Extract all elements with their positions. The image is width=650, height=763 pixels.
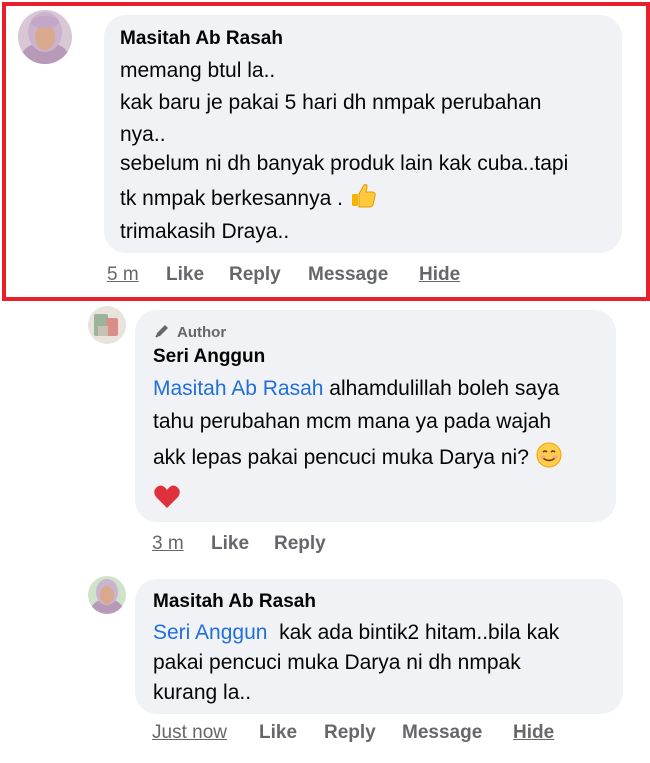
profile-photo-icon [18, 10, 72, 64]
comment-text-segment: tk nmpak berkesannya . [120, 187, 343, 210]
like-button[interactable]: Like [259, 722, 297, 744]
comment-text-line: akk lepas pakai pencuci muka Darya ni? [153, 442, 563, 470]
comment-bubble [104, 15, 622, 253]
commenter-name[interactable]: Masitah Ab Rasah [120, 28, 283, 50]
timestamp-link[interactable]: 5 m [107, 264, 139, 286]
comment-actions: Just now Like Reply Message Hide [152, 722, 572, 746]
mention-link[interactable]: Masitah Ab Rasah [153, 377, 323, 400]
comment-actions: 3 m Like Reply [152, 533, 402, 557]
reply-button[interactable]: Reply [229, 264, 281, 286]
avatar[interactable] [88, 306, 126, 344]
reply-button[interactable]: Reply [274, 533, 326, 555]
message-button[interactable]: Message [402, 722, 482, 744]
pencil-icon [155, 325, 168, 338]
reply-button[interactable]: Reply [324, 722, 376, 744]
author-label: Author [177, 324, 227, 341]
avatar[interactable] [18, 10, 72, 64]
comment-actions: 5 m Like Reply Message Hide [107, 264, 507, 288]
hide-button[interactable]: Hide [513, 722, 554, 744]
comment-text-line: memang btul la.. [120, 59, 276, 82]
comment-text-line: trimakasih Draya.. [120, 220, 290, 243]
hide-button[interactable]: Hide [419, 264, 460, 286]
heart-line [153, 484, 181, 515]
comment-text-line: pakai pencuci muka Darya ni dh nmpak [153, 651, 521, 674]
timestamp-link[interactable]: Just now [152, 722, 227, 744]
comment-text-segment: kak ada bintik2 hitam..bila kak [267, 621, 560, 644]
comment-text-line: tahu perubahan mcm mana ya pada wajah [153, 410, 552, 433]
smiling-face-icon [536, 442, 562, 468]
like-button[interactable]: Like [166, 264, 204, 286]
red-heart-icon [154, 485, 180, 508]
comment-text-line: tk nmpak berkesannya . [120, 184, 377, 211]
comment-text-line: Seri Anggun kak ada bintik2 hitam..bila … [153, 621, 559, 645]
avatar[interactable] [88, 576, 126, 614]
like-button[interactable]: Like [211, 533, 249, 555]
comment-text-segment: akk lepas pakai pencuci muka Darya ni? [153, 446, 535, 469]
author-badge: Author [153, 322, 226, 341]
comment-text-line: nya.. [120, 123, 166, 146]
comment-text-line: kak baru je pakai 5 hari dh nmpak peruba… [120, 91, 542, 114]
timestamp-link[interactable]: 3 m [152, 533, 184, 555]
thumbs-up-icon [351, 184, 376, 208]
comment-text-line: sebelum ni dh banyak produk lain kak cub… [120, 152, 569, 175]
message-button[interactable]: Message [308, 264, 388, 286]
profile-photo-icon [88, 306, 126, 344]
commenter-name[interactable]: Masitah Ab Rasah [153, 591, 316, 613]
mention-link[interactable]: Seri Anggun [153, 621, 267, 644]
comment-text-line: kurang la.. [153, 681, 252, 704]
commenter-name[interactable]: Seri Anggun [153, 346, 265, 368]
profile-photo-icon [88, 576, 126, 614]
comment-text-segment: alhamdulillah boleh saya [323, 377, 560, 400]
comment-text-line: Masitah Ab Rasah alhamdulillah boleh say… [153, 377, 559, 401]
